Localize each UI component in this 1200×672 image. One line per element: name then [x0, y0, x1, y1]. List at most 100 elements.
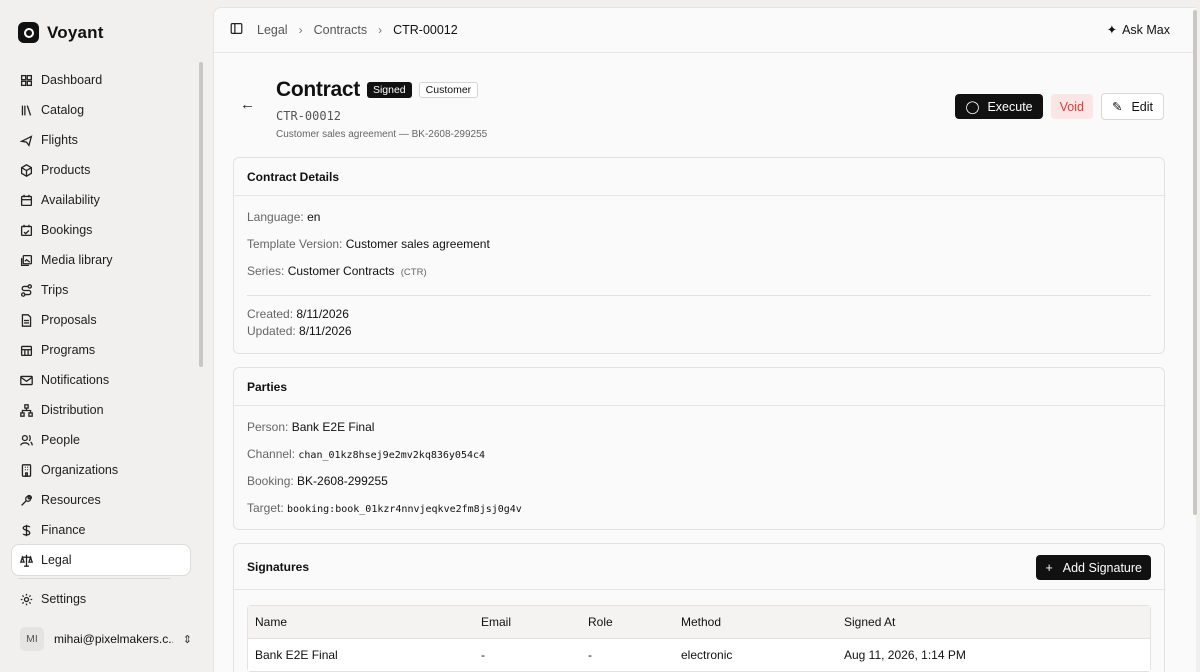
cell-name: Bank E2E Final — [255, 648, 338, 662]
card-heading: Signatures — [234, 544, 1164, 590]
main-panel: Legal › Contracts › CTR-00012 ✦ Ask Max … — [213, 7, 1196, 672]
card-heading: Contract Details — [234, 158, 1164, 196]
building-icon — [20, 463, 33, 477]
document-icon — [20, 313, 33, 327]
page-scrollbar[interactable] — [1193, 10, 1197, 515]
sidebar-item-notifications[interactable]: Notifications — [12, 365, 190, 395]
image-icon — [20, 254, 33, 267]
col-header-signed-at[interactable]: Signed At — [844, 615, 895, 629]
sidebar-item-availability[interactable]: Availability — [12, 185, 190, 215]
edit-button[interactable]: ✎ Edit — [1100, 93, 1164, 120]
sidebar-item-label: Legal — [41, 553, 72, 567]
sidebar-divider — [18, 578, 170, 579]
chevron-right-icon: › — [378, 23, 383, 37]
sidebar-item-dashboard[interactable]: Dashboard — [12, 65, 190, 95]
sidebar-item-label: Proposals — [41, 313, 97, 327]
sidebar-item-trips[interactable]: Trips — [12, 275, 190, 305]
voyant-logo-icon — [18, 22, 39, 43]
sidebar-item-resources[interactable]: Resources — [12, 485, 190, 515]
sidebar-item-settings[interactable]: Settings — [12, 584, 190, 614]
col-header-email[interactable]: Email — [481, 615, 511, 629]
table-header: Name Email Role Method Signed At — [248, 606, 1150, 639]
sidebar-item-proposals[interactable]: Proposals — [12, 305, 190, 335]
dollar-icon — [20, 524, 33, 537]
back-arrow-icon[interactable]: ← — [240, 96, 255, 113]
page-header: Contract Signed Customer CTR-00012 Custo… — [276, 78, 487, 140]
parties-card: Parties Person: Bank E2E Final Channel: … — [233, 367, 1165, 530]
add-signature-label: Add Signature — [1062, 560, 1142, 575]
sidebar-nav: Dashboard Catalog Flights Products Avail… — [12, 65, 190, 575]
contract-subtitle: Customer sales agreement — BK-2608-29925… — [276, 129, 488, 140]
cell-signed-at: Aug 11, 2026, 1:14 PM — [844, 648, 966, 662]
sidebar-item-products[interactable]: Products — [12, 155, 190, 185]
mail-icon — [20, 374, 33, 387]
field-updated: Updated: 8/11/2026 — [247, 324, 352, 338]
field-target: Target: booking:book_01kzr4nnvjeqkve2fm8… — [247, 501, 522, 515]
user-menu[interactable]: MI mihai@pixelmakers.c... ⇕ — [20, 626, 192, 652]
table-row[interactable]: Bank E2E Final - - electronic Aug 11, 20… — [248, 639, 1150, 671]
sidebar-item-label: Resources — [41, 493, 101, 507]
cell-method: electronic — [681, 648, 733, 662]
calendar-grid-icon — [20, 344, 33, 357]
sidebar-item-bookings[interactable]: Bookings — [12, 215, 190, 245]
execute-button[interactable]: ◯ Execute — [955, 94, 1043, 119]
sidebar-item-label: Availability — [41, 193, 100, 207]
sidebar-item-organizations[interactable]: Organizations — [12, 455, 190, 485]
sidebar-item-label: Dashboard — [41, 73, 103, 87]
cell-role: - — [588, 648, 592, 662]
calendar-icon — [20, 194, 33, 207]
field-language: Language: en — [247, 210, 321, 224]
sidebar-item-people[interactable]: People — [12, 425, 190, 455]
breadcrumb-legal[interactable]: Legal — [257, 23, 288, 37]
package-icon — [20, 163, 33, 177]
chevron-updown-icon: ⇕ — [182, 633, 192, 646]
cell-email: - — [481, 648, 485, 662]
add-signature-button[interactable]: + Add Signature — [1036, 555, 1151, 580]
sidebar-item-label: Products — [41, 163, 91, 177]
breadcrumb-contracts[interactable]: Contracts — [314, 23, 368, 37]
scale-icon — [20, 554, 33, 567]
catalog-icon — [20, 104, 33, 117]
sidebar-scrollbar[interactable] — [199, 62, 203, 367]
chevron-right-icon: › — [298, 23, 303, 37]
sidebar-item-media-library[interactable]: Media library — [12, 245, 190, 275]
type-badge: Customer — [418, 82, 479, 98]
field-booking: Booking: BK-2608-299255 — [247, 474, 388, 488]
col-header-method[interactable]: Method — [681, 615, 721, 629]
sidebar-item-distribution[interactable]: Distribution — [12, 395, 190, 425]
card-heading: Parties — [234, 368, 1164, 406]
sidebar-item-legal[interactable]: Legal — [12, 545, 190, 575]
topbar: Legal › Contracts › CTR-00012 ✦ Ask Max — [214, 8, 1196, 53]
plus-icon: + — [1045, 560, 1053, 575]
col-header-role[interactable]: Role — [588, 615, 613, 629]
sidebar: Voyant Dashboard Catalog Flights Product… — [0, 0, 206, 672]
app-name: Voyant — [47, 22, 104, 42]
field-person: Person: Bank E2E Final — [247, 420, 375, 434]
brand[interactable]: Voyant — [18, 22, 104, 43]
wrench-icon — [20, 494, 33, 507]
sidebar-item-label: Distribution — [41, 403, 104, 417]
sidebar-item-label: Flights — [41, 133, 78, 147]
col-header-name[interactable]: Name — [255, 615, 287, 629]
sidebar-item-catalog[interactable]: Catalog — [12, 95, 190, 125]
user-email: mihai@pixelmakers.c... — [54, 632, 173, 646]
sidebar-item-label: People — [41, 433, 80, 447]
sidebar-toggle-icon[interactable] — [230, 22, 243, 38]
ask-max-button[interactable]: ✦ Ask Max — [1106, 22, 1170, 38]
sidebar-item-finance[interactable]: Finance — [12, 515, 190, 545]
sidebar-item-label: Notifications — [41, 373, 110, 387]
sidebar-item-label: Organizations — [41, 463, 119, 477]
sidebar-item-programs[interactable]: Programs — [12, 335, 190, 365]
route-icon — [20, 283, 33, 297]
pencil-icon: ✎ — [1111, 100, 1123, 114]
void-label: Void — [1059, 99, 1084, 114]
page-title: Contract — [276, 78, 360, 101]
network-icon — [20, 403, 33, 417]
void-button[interactable]: Void — [1050, 94, 1093, 119]
signatures-card: Signatures + Add Signature Name Email Ro… — [233, 543, 1165, 672]
sidebar-item-flights[interactable]: Flights — [12, 125, 190, 155]
sparkles-icon: ✦ — [1106, 23, 1118, 37]
sidebar-item-label: Programs — [41, 343, 96, 357]
field-template-version: Template Version: Customer sales agreeme… — [247, 237, 490, 251]
breadcrumb: Legal › Contracts › CTR-00012 — [257, 23, 458, 37]
